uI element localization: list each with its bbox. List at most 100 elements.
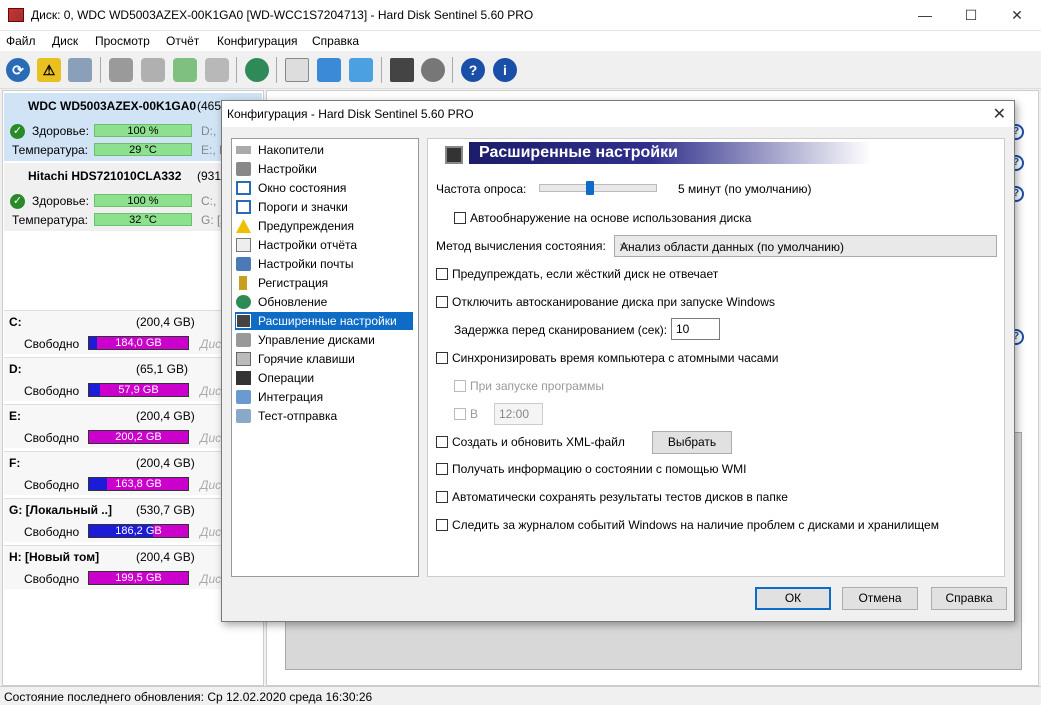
free-label: Свободно <box>24 525 80 539</box>
sync-time-checkbox[interactable] <box>436 352 448 364</box>
update-button[interactable] <box>242 55 272 85</box>
menu-disk[interactable]: Диск <box>52 34 78 48</box>
autosave-label: Автоматически сохранять результаты тесто… <box>452 490 788 504</box>
disable-autoscan-label: Отключить автосканирование диска при зап… <box>452 295 775 309</box>
method-select[interactable]: Анализ области данных (по умолчанию) ⌵ <box>614 235 997 257</box>
free-label: Свободно <box>24 384 80 398</box>
mail-icon <box>236 257 251 271</box>
toolbar-separator <box>452 57 453 83</box>
sound-button[interactable] <box>418 55 448 85</box>
free-space-value: 184,0 GB <box>115 337 162 349</box>
ok-button[interactable]: ОК <box>755 587 831 610</box>
help-icon: ? <box>461 58 485 82</box>
at-time-input[interactable]: 12:00 <box>494 403 543 425</box>
free-space-value: 200,2 GB <box>115 431 162 443</box>
free-space-bar: 199,5 GB <box>88 571 189 585</box>
toolbar-separator <box>236 57 237 83</box>
delay-input[interactable]: 10 <box>671 318 720 340</box>
on-start-label: При запуске программы <box>470 379 604 393</box>
nav-item-registration[interactable]: Регистрация <box>235 274 413 292</box>
network-icon <box>349 58 373 82</box>
temperature-bar: 29 °C <box>94 143 192 156</box>
advanced-icon <box>236 314 251 328</box>
cancel-button[interactable]: Отмена <box>842 587 918 610</box>
disk-ok-icon <box>173 58 197 82</box>
autosave-checkbox[interactable] <box>436 491 448 503</box>
nav-item-warnings[interactable]: Предупреждения <box>235 217 413 235</box>
partition-name: F: <box>9 456 21 470</box>
menu-help[interactable]: Справка <box>312 34 359 48</box>
nav-item-update[interactable]: Обновление <box>235 293 413 311</box>
free-label: Свободно <box>24 478 80 492</box>
toolbar-separator <box>276 57 277 83</box>
sync-button[interactable] <box>314 55 344 85</box>
nav-item-disk-management[interactable]: Управление дисками <box>235 331 413 349</box>
disk-tool-3-button[interactable] <box>170 55 200 85</box>
help-dialog-button[interactable]: Справка <box>931 587 1007 610</box>
nav-item-thresholds[interactable]: Пороги и значки <box>235 198 413 216</box>
poll-frequency-slider-thumb[interactable] <box>586 181 594 195</box>
help-button[interactable]: ? <box>458 55 488 85</box>
disk-gray-icon <box>109 58 133 82</box>
nav-item-test-send[interactable]: Тест-отправка <box>235 407 413 425</box>
configuration-button[interactable] <box>387 55 417 85</box>
report-button[interactable] <box>282 55 312 85</box>
eventlog-checkbox[interactable] <box>436 519 448 531</box>
menu-configuration[interactable]: Конфигурация <box>217 34 298 48</box>
free-space-bar: 184,0 GB <box>88 336 189 350</box>
settings-icon <box>236 162 251 176</box>
choose-button[interactable]: Выбрать <box>652 431 732 454</box>
disk-tool-4-button[interactable] <box>202 55 232 85</box>
nav-item-advanced-settings[interactable]: Расширенные настройки <box>235 312 413 330</box>
advanced-settings-panel: Расширенные настройки Частота опроса: 5 … <box>427 138 1005 577</box>
nav-item-integration[interactable]: Интеграция <box>235 388 413 406</box>
partition-size: (200,4 GB) <box>136 315 195 329</box>
nav-item-drives[interactable]: Накопители <box>235 141 413 159</box>
poll-frequency-slider-track[interactable] <box>539 184 657 192</box>
refresh-icon: ⟳ <box>6 58 30 82</box>
nav-item-report-settings[interactable]: Настройки отчёта <box>235 236 413 254</box>
health-bar: 100 % <box>94 194 192 207</box>
method-label: Метод вычисления состояния: <box>436 239 606 253</box>
free-space-bar: 57,9 GB <box>88 383 189 397</box>
close-button[interactable]: ✕ <box>994 0 1040 31</box>
dialog-title-bar: Конфигурация - Hard Disk Sentinel 5.60 P… <box>222 101 1014 127</box>
xml-file-checkbox[interactable] <box>436 436 448 448</box>
free-space-value: 199,5 GB <box>115 572 162 584</box>
health-ok-icon: ✓ <box>10 124 25 139</box>
refresh-button[interactable]: ⟳ <box>3 55 33 85</box>
at-time-checkbox[interactable] <box>454 408 466 420</box>
menu-view[interactable]: Просмотр <box>95 34 150 48</box>
autodetect-checkbox[interactable] <box>454 212 466 224</box>
nav-item-mail-settings[interactable]: Настройки почты <box>235 255 413 273</box>
sync-icon <box>317 58 341 82</box>
network-button[interactable] <box>346 55 376 85</box>
nav-item-operations[interactable]: Операции <box>235 369 413 387</box>
about-button[interactable]: i <box>490 55 520 85</box>
alert-button[interactable]: ⚠ <box>34 55 64 85</box>
minimize-button[interactable]: — <box>902 0 948 31</box>
disk-tool-1-button[interactable] <box>106 55 136 85</box>
disable-autoscan-checkbox[interactable] <box>436 296 448 308</box>
nav-item-status-window[interactable]: Окно состояния <box>235 179 413 197</box>
nav-item-settings[interactable]: Настройки <box>235 160 413 178</box>
on-start-checkbox[interactable] <box>454 380 466 392</box>
status-text: Состояние последнего обновления: Ср 12.0… <box>4 690 373 704</box>
disk-management-icon <box>236 333 251 347</box>
wmi-checkbox[interactable] <box>436 463 448 475</box>
menu-bar: Файл Диск Просмотр Отчёт Конфигурация Сп… <box>0 31 1041 51</box>
nav-item-hotkeys[interactable]: Горячие клавиши <box>235 350 413 368</box>
section-header: Расширенные настройки <box>469 142 871 164</box>
disk-button[interactable] <box>65 55 95 85</box>
dialog-close-button[interactable]: ✕ <box>993 104 1006 124</box>
menu-report[interactable]: Отчёт <box>166 34 199 48</box>
maximize-button[interactable]: ☐ <box>948 0 994 31</box>
warn-no-response-checkbox[interactable] <box>436 268 448 280</box>
disk-tool-2-button[interactable] <box>138 55 168 85</box>
menu-file[interactable]: Файл <box>6 34 36 48</box>
temperature-label: Температура: <box>12 213 89 227</box>
drives-icon <box>236 146 251 154</box>
thresholds-icon <box>236 200 251 214</box>
health-bar: 100 % <box>94 124 192 137</box>
free-space-value: 163,8 GB <box>115 478 162 490</box>
